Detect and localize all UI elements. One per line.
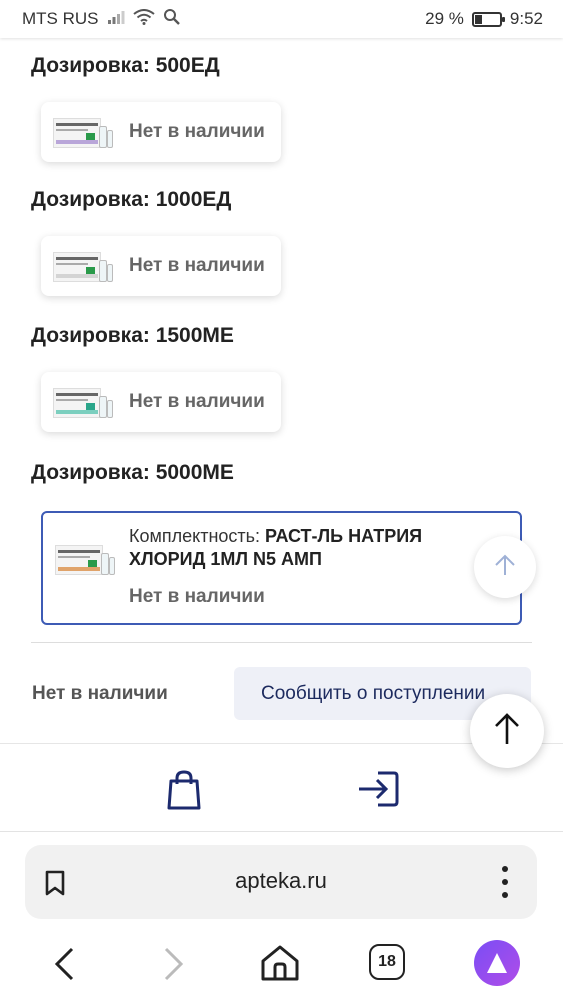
back-icon[interactable] [52,946,78,987]
scroll-up-button-small[interactable] [474,536,536,598]
signal-icon [107,9,125,30]
scroll-to-top-button[interactable] [470,694,544,768]
availability-label: Нет в наличии [129,391,265,412]
wifi-icon [132,8,155,30]
status-bar: MTS RUS 29 % 9:52 [0,0,563,38]
availability-label: Нет в наличии [129,255,265,276]
kit-description: Комплектность: РАСТ-ЛЬ НАТРИЯ ХЛОРИД 1МЛ… [129,525,459,571]
search-icon [163,8,181,31]
variant-card-500[interactable]: Нет в наличии [41,102,281,162]
variant-card-5000-selected[interactable]: Комплектность: РАСТ-ЛЬ НАТРИЯ ХЛОРИД 1МЛ… [41,511,522,625]
product-thumbnail [53,382,115,422]
dosage-title: Дозировка: 500ЕД [31,54,220,77]
app-bottom-nav [0,743,563,831]
arrow-up-icon [493,712,521,751]
url-text: apteka.ru [235,868,327,893]
dosage-title: Дозировка: 1500МЕ [31,324,234,347]
more-menu-icon[interactable] [501,865,509,904]
forward-icon[interactable] [160,946,186,987]
alice-assistant-icon[interactable] [474,940,520,986]
divider [31,642,532,643]
arrow-up-icon [494,553,516,582]
kit-label: Комплектность: [129,526,266,546]
battery-percent: 29 % [425,9,464,28]
availability-label: Нет в наличии [129,586,265,607]
product-thumbnail [55,539,117,579]
product-variants: Дозировка: 500ЕД Нет в наличии Дозировка… [0,38,563,743]
cart-bag-icon[interactable] [166,769,202,816]
address-bar[interactable]: apteka.ru [25,845,537,919]
browser-nav-row: 18 [0,940,563,988]
dosage-title: Дозировка: 1000ЕД [31,188,232,211]
purchase-status: Нет в наличии [32,683,168,704]
product-thumbnail [53,112,115,152]
variant-card-1000[interactable]: Нет в наличии [41,236,281,296]
login-icon[interactable] [356,769,400,814]
variant-card-1500[interactable]: Нет в наличии [41,372,281,432]
availability-label: Нет в наличии [129,121,265,142]
carrier-name: MTS RUS [22,9,99,28]
product-thumbnail [53,246,115,286]
clock: 9:52 [509,9,543,28]
dosage-title: Дозировка: 5000МЕ [31,461,234,484]
tabs-counter[interactable]: 18 [369,944,405,980]
home-icon[interactable] [259,943,301,988]
battery-icon [471,11,505,27]
browser-toolbar: apteka.ru 18 [0,831,563,1000]
